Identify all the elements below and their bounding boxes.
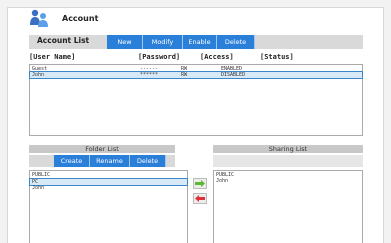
- cell-user: John: [32, 72, 45, 78]
- sharing-list[interactable]: PUBLIC John: [213, 170, 363, 243]
- cell-access: RW: [181, 72, 188, 78]
- delete-account-button[interactable]: Delete: [217, 35, 255, 49]
- arrow-right-icon: [195, 180, 205, 187]
- page-title: Account: [62, 13, 99, 23]
- create-button[interactable]: Create: [54, 155, 90, 167]
- page-header: Account: [28, 8, 98, 28]
- folder-name: PUBLIC: [32, 172, 51, 178]
- account-columns: [User Name] [Password] [Access] [Status]: [29, 53, 363, 63]
- account-list[interactable]: Guest ------ RW ENABLED John ****** RW D…: [29, 64, 363, 136]
- list-item[interactable]: PUBLIC: [30, 172, 187, 178]
- add-share-button[interactable]: [193, 178, 207, 189]
- enable-button[interactable]: Enable: [183, 35, 217, 49]
- new-button[interactable]: New: [107, 35, 143, 49]
- folder-list-header: Folder List: [29, 145, 175, 153]
- users-icon: [30, 9, 48, 27]
- col-status: [Status]: [260, 53, 294, 61]
- remove-share-button[interactable]: [193, 193, 207, 204]
- col-user-name: [User Name]: [29, 53, 76, 61]
- list-item[interactable]: John: [30, 185, 187, 191]
- sharing-list-header: Sharing List: [213, 145, 363, 153]
- cell-password: ******: [140, 72, 159, 78]
- account-list-toolbar: Account List New Modify Enable Delete: [29, 35, 363, 49]
- modify-button[interactable]: Modify: [143, 35, 183, 49]
- col-password: [Password]: [138, 53, 181, 61]
- arrow-left-icon: [195, 195, 205, 202]
- folder-toolbar: Create Rename Delete: [29, 155, 175, 167]
- folder-name: John: [32, 185, 45, 191]
- account-list-label: Account List: [37, 36, 90, 45]
- share-name: John: [216, 178, 229, 184]
- rename-button[interactable]: Rename: [90, 155, 130, 167]
- table-row[interactable]: John ****** RW DISABLED: [29, 71, 363, 79]
- col-access: [Access]: [200, 53, 234, 61]
- delete-folder-button[interactable]: Delete: [130, 155, 166, 167]
- sharing-toolbar-spacer: [213, 155, 363, 167]
- list-item[interactable]: John: [214, 178, 362, 184]
- cell-status: DISABLED: [221, 72, 246, 78]
- folder-list[interactable]: PUBLIC PC John: [29, 170, 188, 243]
